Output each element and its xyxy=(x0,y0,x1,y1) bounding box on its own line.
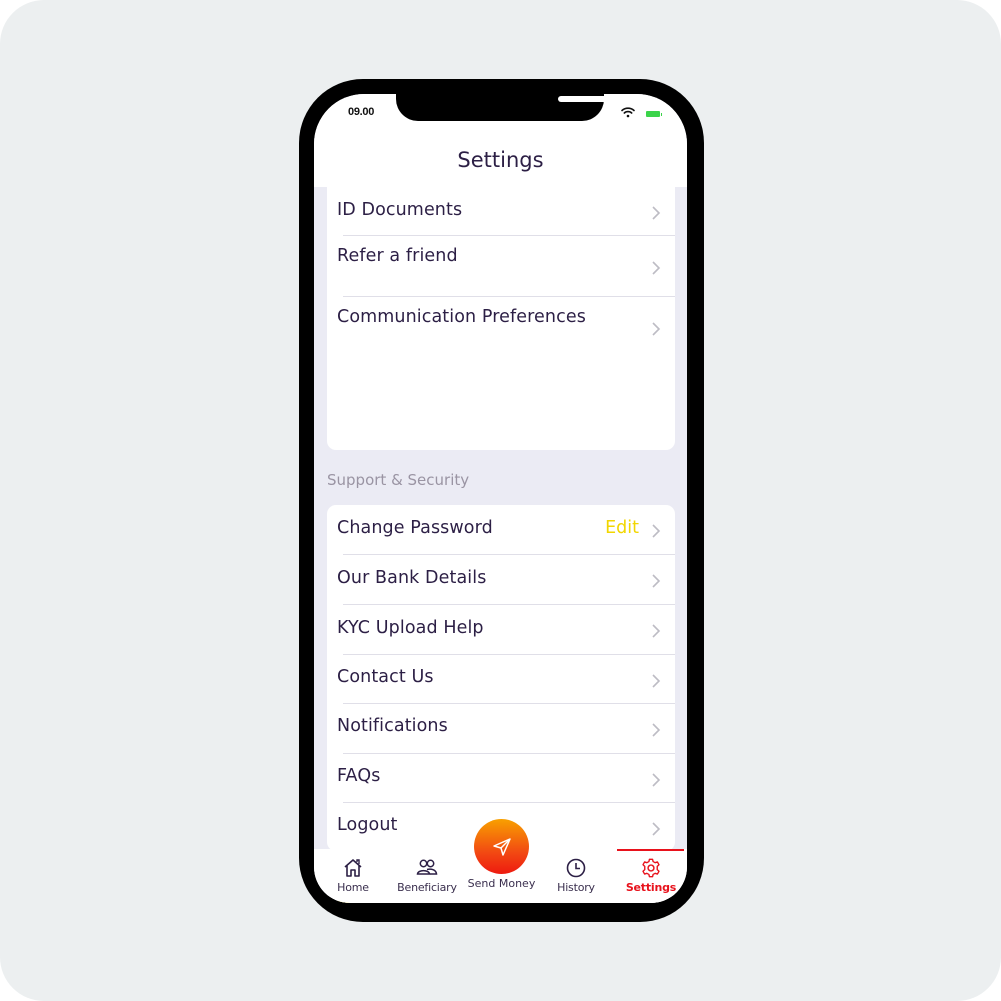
settings-item-label: FAQs xyxy=(337,766,381,786)
chevron-right-icon xyxy=(652,261,661,275)
users-icon xyxy=(416,859,438,875)
settings-item-label: Contact Us xyxy=(337,667,434,687)
settings-item-label: ID Documents xyxy=(337,200,463,220)
phone-screen: 09.00 Settings ID Documents Refer a frie… xyxy=(314,94,687,903)
chevron-right-icon xyxy=(652,822,661,836)
chevron-right-icon xyxy=(652,574,661,588)
settings-item-label: Communication Preferences xyxy=(337,307,586,327)
nav-history[interactable]: History xyxy=(546,849,606,903)
settings-item-label: Change Password xyxy=(337,518,493,538)
settings-item-notifications[interactable]: Notifications xyxy=(327,704,675,753)
chevron-right-icon xyxy=(652,674,661,688)
speaker-grille xyxy=(558,96,612,102)
clock-icon xyxy=(566,858,586,878)
section-title-support-security: Support & Security xyxy=(327,471,470,489)
wifi-icon xyxy=(621,107,635,118)
page-title: Settings xyxy=(457,148,544,172)
home-icon xyxy=(344,859,362,877)
chevron-right-icon xyxy=(652,206,661,220)
chevron-right-icon xyxy=(652,773,661,787)
settings-item-contact-us[interactable]: Contact Us xyxy=(327,655,675,704)
settings-item-label: Refer a friend xyxy=(337,246,458,266)
settings-item-communication-preferences[interactable]: Communication Preferences xyxy=(327,297,675,357)
account-settings-card: ID Documents Refer a friend Communicatio… xyxy=(327,179,675,450)
settings-item-kyc-upload-help[interactable]: KYC Upload Help xyxy=(327,605,675,654)
settings-content: ID Documents Refer a friend Communicatio… xyxy=(314,179,687,903)
support-security-card: Change Password Edit Our Bank Details KY… xyxy=(327,505,675,851)
settings-item-our-bank-details[interactable]: Our Bank Details xyxy=(327,555,675,604)
nav-label: Home xyxy=(337,881,369,894)
canvas-background: 09.00 Settings ID Documents Refer a frie… xyxy=(0,0,1001,1001)
settings-item-refer-a-friend[interactable]: Refer a friend xyxy=(327,236,675,296)
settings-item-faqs[interactable]: FAQs xyxy=(327,754,675,803)
send-money-button[interactable] xyxy=(474,819,529,874)
send-money-label: Send Money xyxy=(467,877,536,890)
chevron-right-icon xyxy=(652,723,661,737)
chevron-right-icon xyxy=(652,524,661,538)
settings-item-id-documents[interactable]: ID Documents xyxy=(327,187,675,235)
nav-beneficiary[interactable]: Beneficiary xyxy=(390,849,464,903)
phone-frame: 09.00 Settings ID Documents Refer a frie… xyxy=(299,79,704,922)
send-icon xyxy=(492,837,511,856)
settings-item-label: KYC Upload Help xyxy=(337,618,484,638)
nav-label: Beneficiary xyxy=(397,881,457,894)
nav-label: History xyxy=(557,881,595,894)
edit-link[interactable]: Edit xyxy=(605,518,639,538)
phone-notch xyxy=(396,94,633,121)
chevron-right-icon xyxy=(652,624,661,638)
bottom-navigation: Home Beneficiary Send Money History Sett… xyxy=(314,819,687,903)
settings-item-label: Logout xyxy=(337,815,398,835)
gear-icon xyxy=(642,858,660,878)
settings-item-label: Our Bank Details xyxy=(337,568,487,588)
settings-item-label: Notifications xyxy=(337,716,448,736)
chevron-right-icon xyxy=(652,322,661,336)
nav-settings[interactable]: Settings xyxy=(618,849,684,903)
status-time: 09.00 xyxy=(348,106,375,118)
nav-label: Settings xyxy=(625,881,677,894)
battery-icon xyxy=(646,111,662,117)
nav-home[interactable]: Home xyxy=(322,849,384,903)
settings-item-change-password[interactable]: Change Password Edit xyxy=(327,505,675,554)
